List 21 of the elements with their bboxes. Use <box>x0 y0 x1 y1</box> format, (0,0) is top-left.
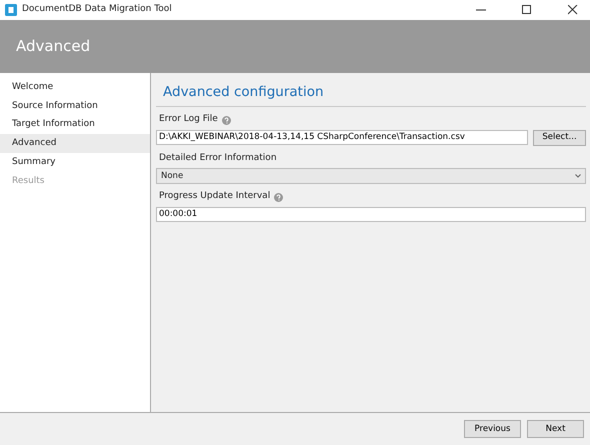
dropdown[interactable]: None <box>156 168 586 184</box>
sidebar-item[interactable]: Target Information <box>0 115 150 134</box>
field-label: Error Log File <box>159 113 218 126</box>
sidebar-item[interactable]: Welcome <box>0 78 150 97</box>
sidebar-item[interactable]: Source Information <box>0 96 150 116</box>
sidebar-item[interactable]: Advanced <box>0 134 150 153</box>
help-icon[interactable] <box>274 192 284 202</box>
nav-button[interactable]: Previous <box>464 420 521 438</box>
caret-icon <box>575 174 581 178</box>
field-label: Progress Update Interval <box>159 190 270 204</box>
input-field[interactable]: 00:00:01 <box>156 206 586 222</box>
nav-button[interactable]: Next <box>527 420 584 438</box>
field-label: Detailed Error Information <box>159 152 277 165</box>
input-field[interactable]: D:\AKKI_WEBINAR\2018-04-13,14,15 CSharpConference\Transaction.csv <box>156 130 528 145</box>
help-icon[interactable] <box>222 116 231 124</box>
select-button[interactable]: Select... <box>533 130 586 146</box>
page-title: Advanced <box>16 36 90 58</box>
app-icon <box>5 4 17 16</box>
section-title: Advanced configuration <box>156 79 586 108</box>
sidebar-item[interactable]: Summary <box>0 152 150 172</box>
window-title: DocumentDB Data Migration Tool <box>22 3 172 16</box>
